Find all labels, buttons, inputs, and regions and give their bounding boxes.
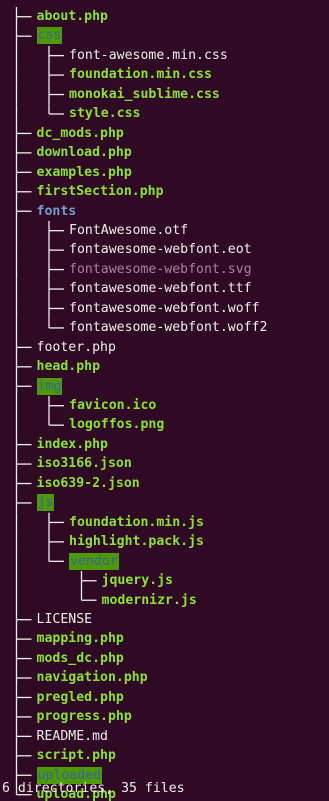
file-name: foundation.min.js	[69, 514, 204, 530]
file-name: logoffos.png	[69, 417, 165, 433]
file-name: download.php	[36, 145, 132, 161]
file-name: iso3166.json	[36, 456, 132, 472]
directory-name: js	[36, 494, 55, 512]
directory-name: css	[36, 27, 63, 45]
file-name: dc_mods.php	[36, 125, 124, 141]
file-name: style.css	[69, 106, 141, 122]
file-name: monokai_sublime.css	[69, 86, 220, 102]
file-name: README.md	[36, 728, 108, 744]
file-name: favicon.ico	[69, 398, 157, 413]
file-name: foundation.min.css	[69, 67, 212, 83]
file-name: footer.php	[36, 339, 116, 355]
file-name: FontAwesome.otf	[69, 222, 189, 238]
file-name: fontawesome-webfont.ttf	[69, 281, 252, 297]
file-name: index.php	[36, 436, 108, 452]
file-name: fontawesome-webfont.woff	[69, 300, 260, 316]
file-name: about.php	[36, 9, 108, 24]
file-name: font-awesome.min.css	[69, 47, 228, 63]
file-name: iso639-2.json	[36, 475, 140, 491]
file-name: LICENSE	[36, 611, 93, 627]
directory-name: vendor	[69, 552, 119, 570]
file-name: examples.php	[36, 164, 132, 180]
directory-name: img	[36, 377, 63, 395]
file-name: pregled.php	[36, 689, 124, 705]
file-name: mapping.php	[36, 631, 124, 647]
file-name: fontawesome-webfont.svg	[69, 261, 252, 277]
file-name: fontawesome-webfont.eot	[69, 242, 252, 258]
file-name: mods_dc.php	[36, 650, 124, 666]
tree-summary: 6 directories, 35 files	[2, 781, 185, 796]
file-name: modernizr.js	[101, 592, 197, 608]
file-name: fontawesome-webfont.woff2	[69, 320, 268, 336]
file-name: head.php	[36, 359, 101, 375]
terminal-window[interactable]: about.php css font-awesome.min.css foundati…	[0, 0, 329, 801]
file-name: script.php	[36, 748, 116, 764]
file-name: jquery.js	[101, 573, 173, 589]
file-name: highlight.pack.js	[69, 534, 204, 550]
directory-name: fonts	[36, 203, 77, 219]
file-name: firstSection.php	[36, 184, 164, 200]
file-name: navigation.php	[36, 670, 148, 686]
file-name: progress.php	[36, 709, 132, 725]
